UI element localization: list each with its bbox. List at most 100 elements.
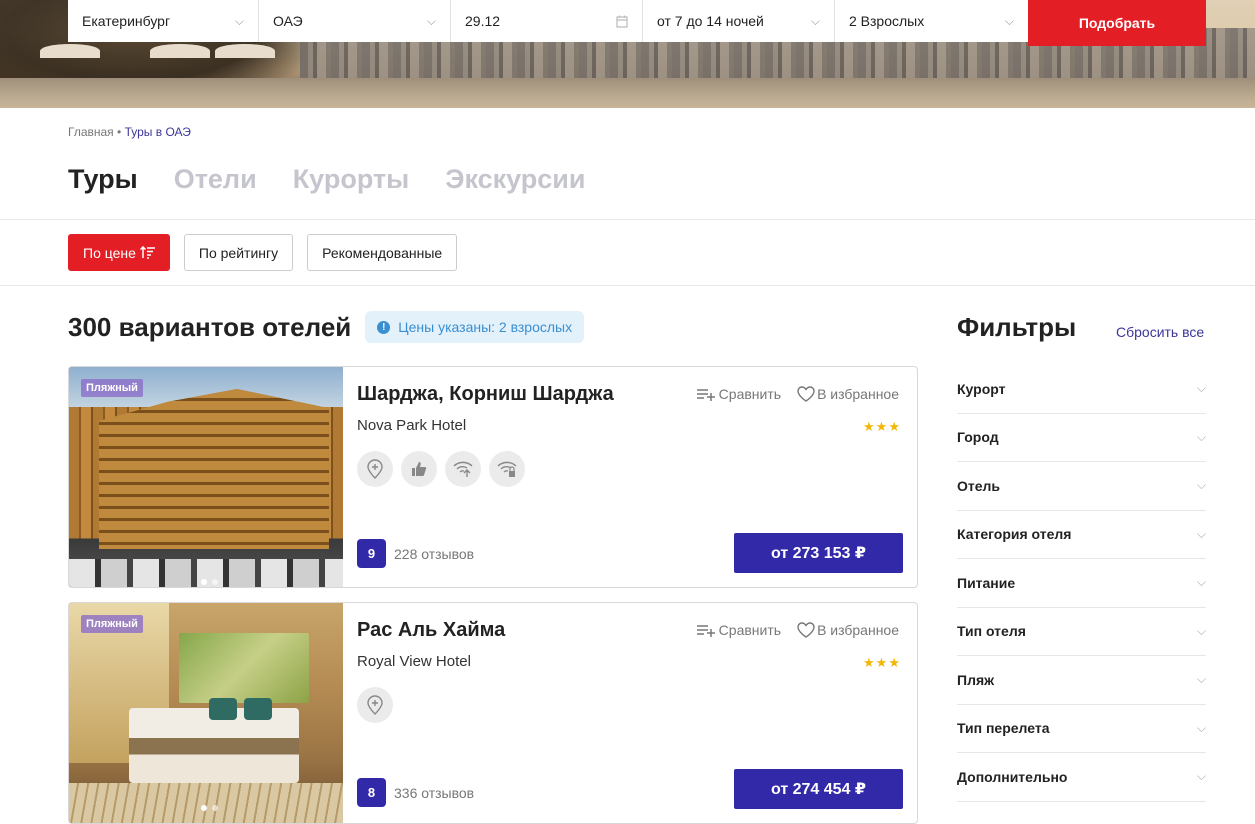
reviews-link[interactable]: 228 отзывов xyxy=(394,546,474,562)
sort-recommended-button[interactable]: Рекомендованные xyxy=(307,234,458,271)
filter-label: Питание xyxy=(957,574,1016,591)
filters-list: Курорт ⌵ Город ⌵ Отель ⌵ Категория отеля ⌵ П… xyxy=(957,365,1206,802)
chevron-down-icon: ⌵ xyxy=(1196,575,1206,590)
price-button[interactable]: от 273 153 ₽ xyxy=(734,533,903,573)
chevron-down-icon: ⌵ xyxy=(426,13,436,28)
country-select[interactable]: ОАЭ ⌵ xyxy=(259,0,451,42)
departure-city-value: Екатеринбург xyxy=(82,13,171,29)
rating-badge: 9 xyxy=(357,539,386,568)
photo-pillow xyxy=(244,698,272,720)
rating-block: 9 228 отзывов xyxy=(357,539,474,568)
compare-label: Сравнить xyxy=(718,622,782,638)
compare-icon xyxy=(696,389,715,401)
photo-dot[interactable] xyxy=(201,805,207,811)
tab-tours[interactable]: Туры xyxy=(68,164,138,195)
photo-floor xyxy=(69,783,343,823)
price-note-text: Цены указаны: 2 взрослых xyxy=(398,319,573,335)
filter-city[interactable]: Город ⌵ xyxy=(957,414,1206,462)
photo-pagination xyxy=(201,805,218,811)
amenities xyxy=(357,451,525,487)
date-field[interactable]: 29.12 xyxy=(451,0,643,42)
hero-banner: Екатеринбург ⌵ ОАЭ ⌵ 29.12 от 7 до 14 но… xyxy=(0,0,1255,108)
hotel-name: Nova Park Hotel xyxy=(357,417,467,434)
hotel-photo[interactable]: Пляжный xyxy=(69,603,343,823)
chevron-down-icon: ⌵ xyxy=(1196,526,1206,541)
filter-label: Город xyxy=(957,429,999,446)
filter-hotel[interactable]: Отель ⌵ xyxy=(957,462,1206,511)
compare-button[interactable]: Сравнить xyxy=(696,386,782,402)
reset-filters-link[interactable]: Сбросить все xyxy=(1116,324,1204,340)
tab-resorts[interactable]: Курорты xyxy=(293,164,410,195)
info-icon: ! xyxy=(377,320,391,334)
thumbs-up-icon[interactable] xyxy=(401,451,437,487)
favorite-button[interactable]: В избранное xyxy=(797,386,899,402)
hotel-location-title[interactable]: Шарджа, Корниш Шарджа xyxy=(357,383,614,406)
nights-select[interactable]: от 7 до 14 ночей ⌵ xyxy=(643,0,835,42)
heart-icon xyxy=(797,386,815,402)
filter-beach[interactable]: Пляж ⌵ xyxy=(957,656,1206,705)
filter-label: Тип перелета xyxy=(957,720,1050,737)
chevron-down-icon: ⌵ xyxy=(1196,429,1206,444)
wifi-paid-icon[interactable] xyxy=(489,451,525,487)
wifi-free-icon[interactable] xyxy=(445,451,481,487)
rating-badge: 8 xyxy=(357,778,386,807)
photo-dot[interactable] xyxy=(201,579,207,585)
rating-block: 8 336 отзывов xyxy=(357,778,474,807)
hotel-location-title[interactable]: Рас Аль Хайма xyxy=(357,619,505,642)
guests-select[interactable]: 2 Взрослых ⌵ xyxy=(835,0,1028,42)
filter-hotel-type[interactable]: Тип отеля ⌵ xyxy=(957,608,1206,656)
favorite-button[interactable]: В избранное xyxy=(797,622,899,638)
hotel-photo[interactable]: Пляжный xyxy=(69,367,343,587)
photo-dot[interactable] xyxy=(212,579,218,585)
filter-label: Дополнительно xyxy=(957,768,1068,785)
filters-title: Фильтры xyxy=(957,312,1077,342)
price-button[interactable]: от 274 454 ₽ xyxy=(734,769,903,809)
filter-meal[interactable]: Питание ⌵ xyxy=(957,559,1206,608)
breadcrumb-home-link[interactable]: Главная xyxy=(68,125,114,139)
results-header: 300 вариантов отелей ! Цены указаны: 2 в… xyxy=(68,311,585,343)
filter-resort[interactable]: Курорт ⌵ xyxy=(957,365,1206,414)
location-pin-icon[interactable] xyxy=(357,451,393,487)
breadcrumb-current-link[interactable]: Туры в ОАЭ xyxy=(125,125,191,139)
breadcrumb-separator: • xyxy=(117,125,122,139)
hotel-card[interactable]: Пляжный Шарджа, Корниш Шарджа Nova Park … xyxy=(68,366,918,588)
filter-flight-type[interactable]: Тип перелета ⌵ xyxy=(957,705,1206,753)
location-pin-icon[interactable] xyxy=(357,687,393,723)
chevron-down-icon: ⌵ xyxy=(1196,769,1206,784)
compare-label: Сравнить xyxy=(718,386,782,402)
filter-label: Пляж xyxy=(957,671,995,688)
favorite-label: В избранное xyxy=(817,386,899,402)
search-submit-button[interactable]: Подобрать xyxy=(1028,0,1206,46)
divider xyxy=(0,219,1255,220)
filter-hotel-category[interactable]: Категория отеля ⌵ xyxy=(957,511,1206,559)
beach-tag: Пляжный xyxy=(81,615,143,633)
compare-button[interactable]: Сравнить xyxy=(696,622,782,638)
sort-bar: По цене По рейтингу Рекомендованные xyxy=(68,234,458,271)
hotel-stars: ★★★ xyxy=(863,419,901,434)
price-note-badge: ! Цены указаны: 2 взрослых xyxy=(365,311,585,343)
favorite-label: В избранное xyxy=(817,622,899,638)
chevron-down-icon: ⌵ xyxy=(1196,623,1206,638)
compare-icon xyxy=(696,625,715,637)
tab-excursions[interactable]: Экскурсии xyxy=(445,164,585,195)
reviews-link[interactable]: 336 отзывов xyxy=(394,785,474,801)
sort-by-rating-button[interactable]: По рейтингу xyxy=(183,234,294,271)
nights-value: от 7 до 14 ночей xyxy=(657,13,764,29)
chevron-down-icon: ⌵ xyxy=(1004,13,1014,28)
photo-pillow xyxy=(209,698,237,720)
category-tabs: Туры Отели Курорты Экскурсии xyxy=(68,164,586,195)
departure-city-select[interactable]: Екатеринбург ⌵ xyxy=(68,0,259,42)
hotel-card[interactable]: Пляжный Рас Аль Хайма Royal View Hotel С… xyxy=(68,602,918,824)
tab-hotels[interactable]: Отели xyxy=(174,164,257,195)
beach-umbrella xyxy=(150,44,210,58)
filter-label: Тип отеля xyxy=(957,623,1026,640)
hotel-name: Royal View Hotel xyxy=(357,653,471,670)
photo-dot[interactable] xyxy=(212,805,218,811)
beach-tag: Пляжный xyxy=(81,379,143,397)
hero-water xyxy=(0,78,1255,108)
filter-additional[interactable]: Дополнительно ⌵ xyxy=(957,753,1206,802)
chevron-down-icon: ⌵ xyxy=(1196,720,1206,735)
breadcrumb: Главная • Туры в ОАЭ xyxy=(68,125,191,139)
chevron-down-icon: ⌵ xyxy=(1196,672,1206,687)
sort-by-price-button[interactable]: По цене xyxy=(68,234,170,271)
